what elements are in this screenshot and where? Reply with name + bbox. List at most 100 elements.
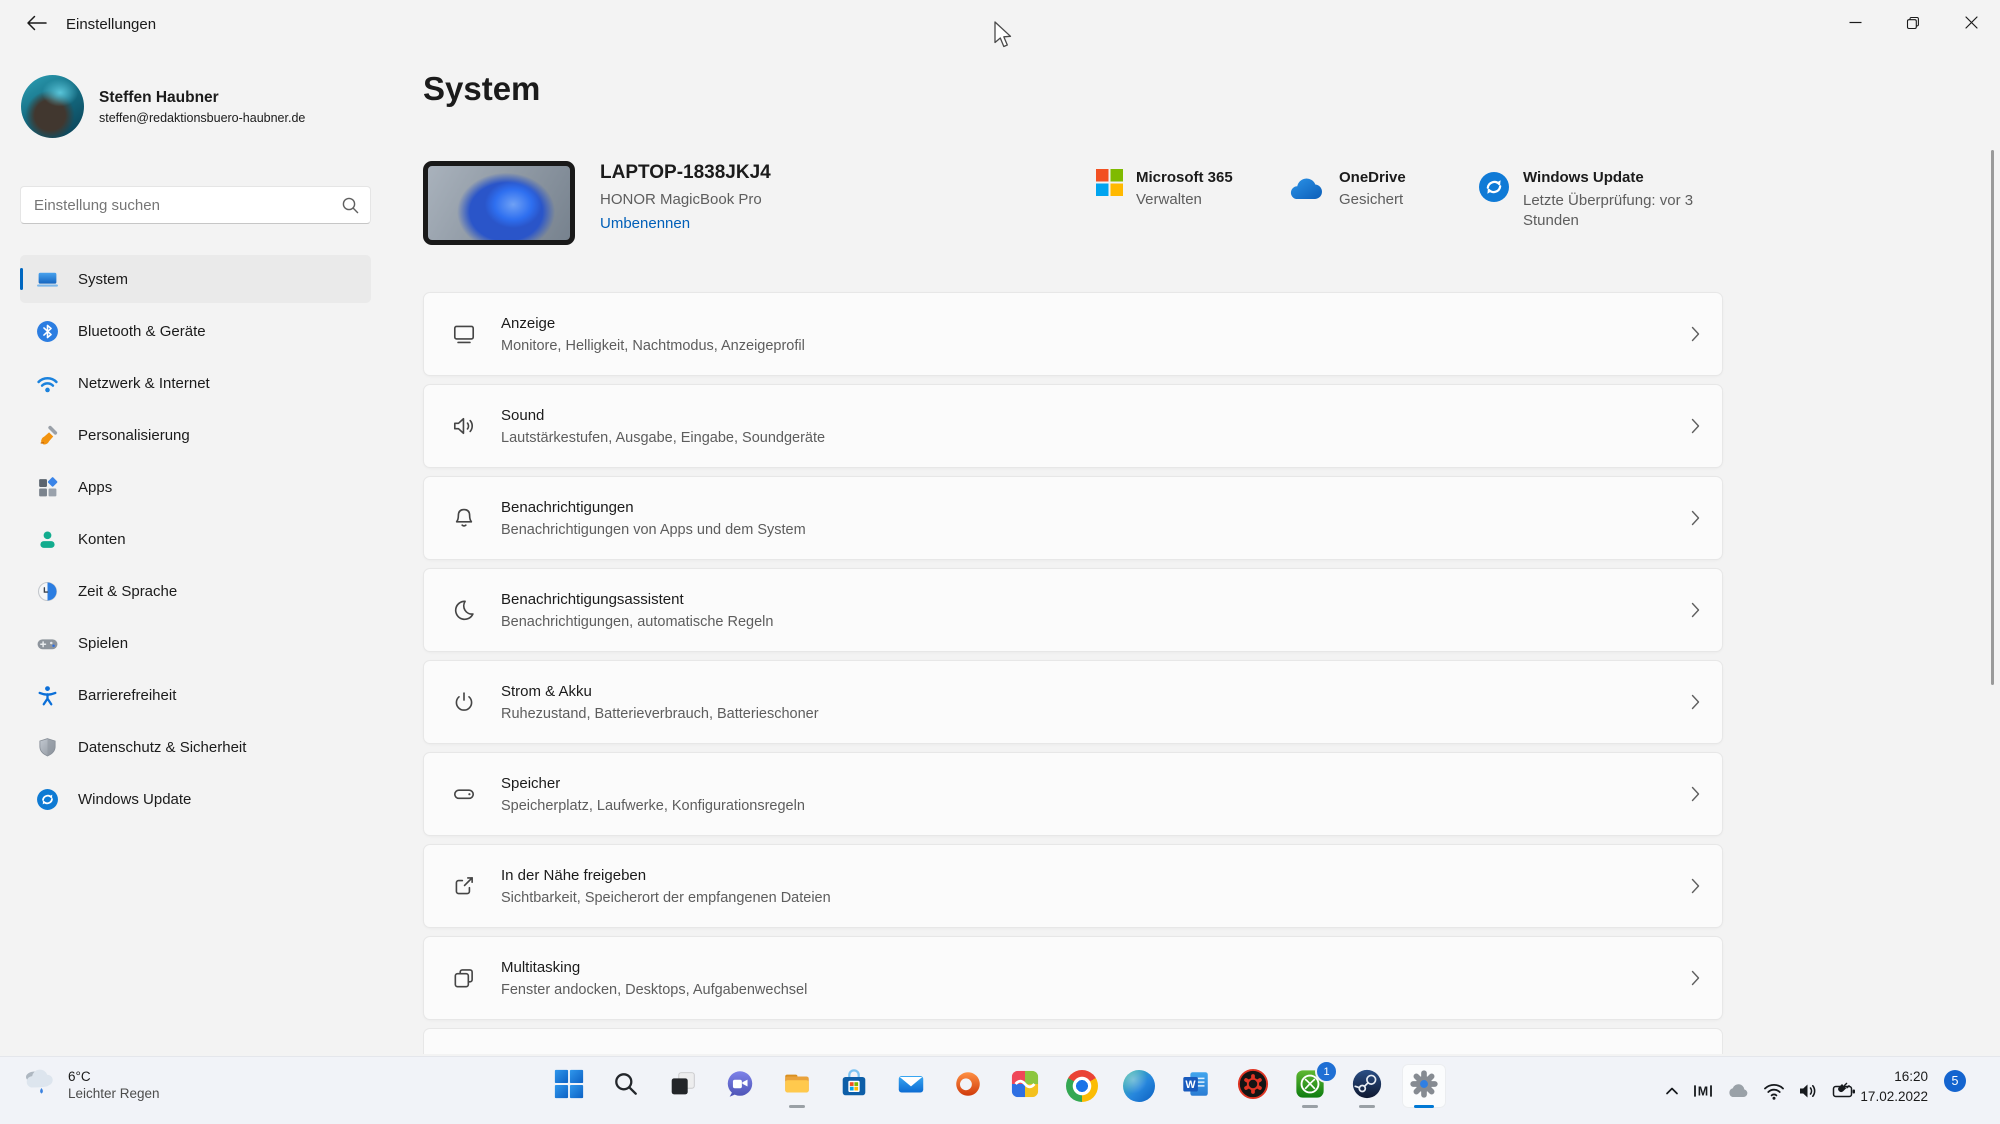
share-icon — [451, 873, 477, 899]
restore-icon — [1906, 16, 1920, 35]
card-subtitle: Letzte Überprüfung: vor 3 Stunden — [1523, 191, 1708, 231]
taskbar-microsoft-store-button[interactable] — [832, 1064, 876, 1108]
sidebar-item-gaming[interactable]: Spielen — [20, 619, 371, 667]
taskbar-teams-chat-button[interactable] — [718, 1064, 762, 1108]
minimize-button[interactable] — [1826, 0, 1884, 50]
sidebar-item-label: Windows Update — [78, 791, 191, 808]
settings-row-power-battery[interactable]: Strom & Akku Ruhezustand, Batterieverbra… — [423, 660, 1723, 744]
taskbar-adobe-creative-cloud-button[interactable] — [1003, 1064, 1047, 1108]
rename-link[interactable]: Umbenennen — [600, 215, 771, 232]
sidebar-item-network[interactable]: Netzwerk & Internet — [20, 359, 371, 407]
wifi-icon — [36, 372, 59, 395]
office-icon — [952, 1068, 984, 1105]
sidebar-item-accounts[interactable]: Konten — [20, 515, 371, 563]
taskbar-office-button[interactable] — [946, 1064, 990, 1108]
taskbar-clock[interactable]: 16:20 17.02.2022 — [1838, 1067, 1928, 1107]
device-header: LAPTOP-1838JKJ4 HONOR MagicBook Pro Umbe… — [423, 161, 771, 245]
back-button[interactable] — [18, 10, 50, 40]
task-view-icon — [667, 1068, 699, 1105]
sidebar-item-bluetooth[interactable]: Bluetooth & Geräte — [20, 307, 371, 355]
taskbar-xbox-button[interactable]: 1 — [1288, 1064, 1332, 1108]
taskbar-settings-button[interactable] — [1402, 1064, 1446, 1108]
onedrive-card[interactable]: OneDrive Gesichert — [1286, 169, 1406, 208]
user-profile: Steffen Haubner steffen@redaktionsbuero-… — [21, 75, 305, 138]
settings-row-partial[interactable] — [423, 1028, 1723, 1054]
volume-tray-icon[interactable] — [1797, 1080, 1821, 1102]
monitor-icon — [451, 321, 477, 347]
taskbar-chrome-button[interactable] — [1060, 1064, 1104, 1108]
clock-globe-icon — [36, 580, 59, 603]
desktop: Einstellungen Steffen Haubner steffen@re… — [0, 0, 2000, 1124]
hidden-icons-chevron[interactable] — [1663, 1082, 1681, 1100]
taskbar-word-button[interactable]: W — [1174, 1064, 1218, 1108]
windows-update-card[interactable]: Windows Update Letzte Überprüfung: vor 3… — [1478, 169, 1708, 231]
sidebar-item-windows-update[interactable]: Windows Update — [20, 775, 371, 823]
restore-button[interactable] — [1884, 0, 1942, 50]
settings-row-multitasking[interactable]: Multitasking Fenster andocken, Desktops,… — [423, 936, 1723, 1020]
taskbar-apps: W 1 — [547, 1064, 1446, 1108]
notification-count-badge[interactable]: 5 — [1944, 1070, 1966, 1092]
sidebar-item-accessibility[interactable]: Barrierefreiheit — [20, 671, 371, 719]
svg-text:M: M — [1698, 1085, 1708, 1099]
sidebar-item-personalization[interactable]: Personalisierung — [20, 411, 371, 459]
tray-m-app-icon[interactable]: M — [1692, 1080, 1714, 1102]
sidebar-item-label: Apps — [78, 479, 112, 496]
chevron-right-icon — [1691, 418, 1700, 434]
settings-row-focus-assist[interactable]: Benachrichtigungsassistent Benachrichtig… — [423, 568, 1723, 652]
settings-row-storage[interactable]: Speicher Speicherplatz, Laufwerke, Konfi… — [423, 752, 1723, 836]
settings-row-sound[interactable]: Sound Lautstärkestufen, Ausgabe, Eingabe… — [423, 384, 1723, 468]
windows-start-icon — [553, 1068, 585, 1105]
close-button[interactable] — [1942, 0, 2000, 50]
clock-date: 17.02.2022 — [1838, 1087, 1928, 1107]
settings-row-nearby-sharing[interactable]: In der Nähe freigeben Sichtbarkeit, Spei… — [423, 844, 1723, 928]
chrome-icon — [1066, 1070, 1098, 1102]
mail-icon — [895, 1068, 927, 1105]
wifi-tray-icon[interactable] — [1762, 1080, 1786, 1102]
taskbar-task-view-button[interactable] — [661, 1064, 705, 1108]
sidebar-item-privacy[interactable]: Datenschutz & Sicherheit — [20, 723, 371, 771]
search-input[interactable] — [21, 187, 370, 223]
microsoft-365-card[interactable]: Microsoft 365 Verwalten — [1096, 169, 1233, 208]
windows-stack-icon — [451, 965, 477, 991]
row-title: Multitasking — [501, 959, 807, 976]
weather-widget[interactable]: 6°C Leichter Regen — [22, 1066, 160, 1103]
sidebar-item-label: Zeit & Sprache — [78, 583, 177, 600]
sidebar-item-apps[interactable]: Apps — [20, 463, 371, 511]
settings-row-display[interactable]: Anzeige Monitore, Helligkeit, Nachtmodus… — [423, 292, 1723, 376]
settings-nav: System Bluetooth & Geräte Netzwerk & Int… — [20, 255, 371, 827]
taskbar-driver-updater-button[interactable] — [1231, 1064, 1275, 1108]
gamepad-icon — [36, 632, 59, 655]
sidebar-item-label: Netzwerk & Internet — [78, 375, 210, 392]
taskbar-start-button[interactable] — [547, 1064, 591, 1108]
taskbar-search-button[interactable] — [604, 1064, 648, 1108]
laptop-icon — [36, 268, 59, 291]
taskbar-edge-button[interactable] — [1117, 1064, 1161, 1108]
window-controls — [1826, 0, 2000, 50]
scrollbar-thumb[interactable] — [1991, 150, 1994, 685]
row-subtitle: Ruhezustand, Batterieverbrauch, Batterie… — [501, 706, 819, 722]
shield-icon — [36, 736, 59, 759]
sidebar-item-time-language[interactable]: Zeit & Sprache — [20, 567, 371, 615]
device-wallpaper-image — [423, 161, 575, 245]
clock-time: 16:20 — [1838, 1067, 1928, 1087]
paintbrush-icon — [36, 424, 59, 447]
weather-condition: Leichter Regen — [68, 1086, 160, 1101]
sidebar-item-system[interactable]: System — [20, 255, 371, 303]
row-title: Speicher — [501, 775, 805, 792]
taskbar-file-explorer-button[interactable] — [775, 1064, 819, 1108]
row-title: Anzeige — [501, 315, 805, 332]
onedrive-tray-icon[interactable] — [1725, 1080, 1751, 1102]
taskbar: 6°C Leichter Regen — [0, 1056, 2000, 1124]
taskbar-mail-button[interactable] — [889, 1064, 933, 1108]
card-title: Microsoft 365 — [1136, 169, 1233, 186]
row-subtitle: Lautstärkestufen, Ausgabe, Eingabe, Soun… — [501, 430, 825, 446]
chevron-right-icon — [1691, 786, 1700, 802]
microsoft-logo-icon — [1096, 169, 1123, 208]
device-model: HONOR MagicBook Pro — [600, 191, 771, 208]
taskbar-steam-button[interactable] — [1345, 1064, 1389, 1108]
row-title: Sound — [501, 407, 825, 424]
driver-updater-icon — [1237, 1068, 1269, 1105]
rain-cloud-icon — [22, 1066, 58, 1103]
weather-temperature: 6°C — [68, 1069, 160, 1084]
settings-row-notifications[interactable]: Benachrichtigungen Benachrichtigungen vo… — [423, 476, 1723, 560]
